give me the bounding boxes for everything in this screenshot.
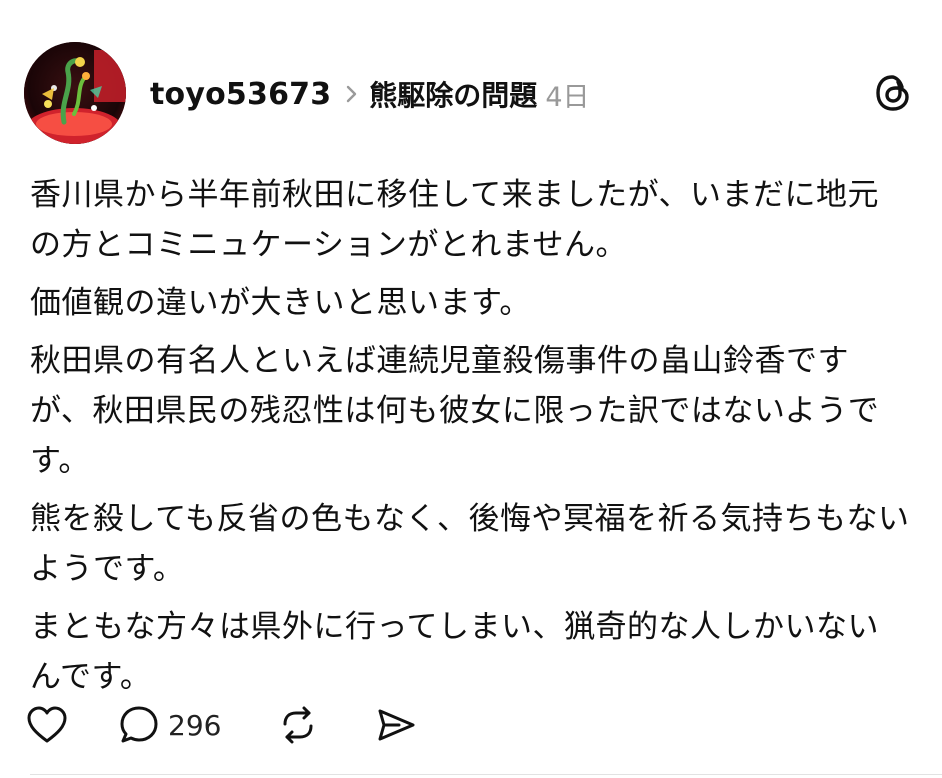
like-button[interactable]	[26, 705, 68, 745]
send-icon	[378, 709, 415, 741]
post-meta: toyo53673 熊駆除の問題 4日	[150, 72, 590, 116]
divider	[30, 774, 942, 775]
repost-icon	[283, 706, 313, 744]
threads-post: toyo53673 熊駆除の問題 4日 香川県から半年前秋田に移住して来ましたが…	[0, 0, 942, 778]
post-paragraph: 価値観の違いが大きいと思います。	[30, 285, 531, 321]
post-paragraph: 熊を殺しても反省の色もなく、後悔や冥福を祈る気持ちもないようです。	[30, 501, 910, 587]
topic-tag[interactable]: 熊駆除の問題	[369, 74, 537, 114]
threads-logo-icon[interactable]	[872, 72, 914, 114]
comment-count: 296	[168, 708, 222, 742]
chevron-right-icon	[345, 84, 359, 104]
post-body: 香川県から半年前秋田に移住して来ましたが、いまだに地元の方とコミニュケーションが…	[30, 170, 910, 710]
post-actions: 296	[26, 700, 417, 750]
post-paragraph: 香川県から半年前秋田に移住して来ましたが、いまだに地元の方とコミニュケーションが…	[30, 177, 879, 263]
comment-bubble-icon	[120, 706, 158, 743]
avatar-image	[24, 42, 126, 144]
post-paragraph: まともな方々は県外に行ってしまい、猟奇的な人しかいないんです。	[30, 609, 879, 695]
username[interactable]: toyo53673	[150, 77, 331, 112]
comment-button[interactable]: 296	[118, 704, 221, 746]
post-timestamp: 4日	[545, 81, 590, 113]
share-button[interactable]	[375, 704, 417, 746]
avatar[interactable]	[24, 42, 126, 144]
repost-button[interactable]	[277, 704, 319, 746]
post-paragraph: 秋田県の有名人といえば連続児童殺傷事件の畠山鈴香ですが、秋田県民の残忍性は何も彼…	[30, 343, 880, 479]
heart-icon	[27, 706, 67, 743]
post-header: toyo53673 熊駆除の問題 4日	[24, 42, 920, 146]
